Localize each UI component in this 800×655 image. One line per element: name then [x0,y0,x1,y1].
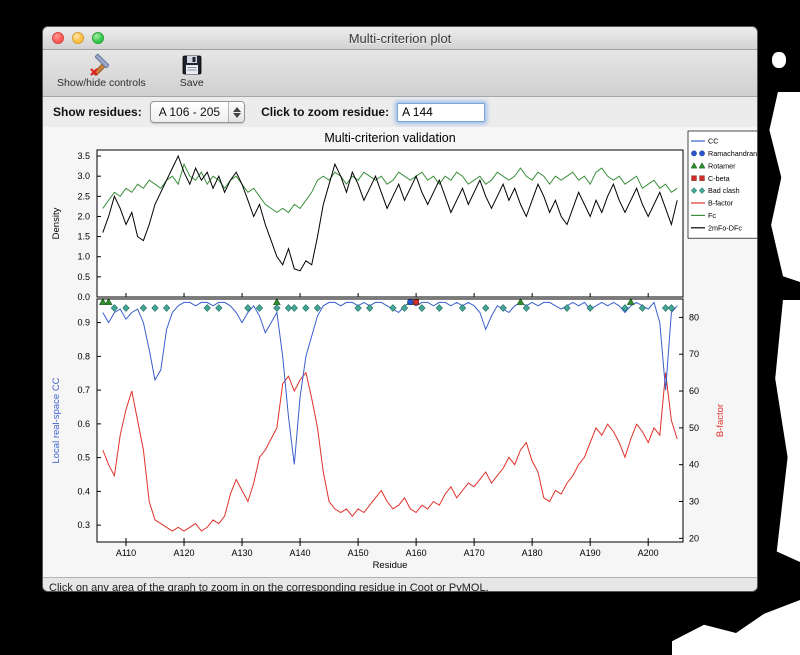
titlebar[interactable]: Multi-criterion plot [43,27,757,50]
svg-text:3.0: 3.0 [77,171,90,181]
svg-text:2.0: 2.0 [77,211,90,221]
screen-artifact [769,92,800,282]
svg-text:50: 50 [689,423,699,433]
plot-region: 0.0 0.5 1.0 1.5 2.0 2.5 3.0 3.5 0.3 0.4 0.5 0.6 0.7 0… [43,127,757,577]
svg-text:A160: A160 [406,548,427,558]
svg-text:0.6: 0.6 [77,419,90,429]
svg-text:C-beta: C-beta [708,174,730,183]
svg-text:30: 30 [689,497,699,507]
status-text: Click on any area of the graph to zoom i… [49,581,489,592]
svg-text:0.4: 0.4 [77,486,90,496]
svg-text:70: 70 [689,349,699,359]
minimize-button[interactable] [72,32,84,44]
svg-text:40: 40 [689,460,699,470]
svg-text:1.5: 1.5 [77,232,90,242]
svg-text:0.7: 0.7 [77,385,90,395]
save-button[interactable]: Save [176,52,208,90]
controls-bar: Show residues: A 106 - 205 Click to zoom… [43,97,757,127]
svg-text:60: 60 [689,386,699,396]
c-beta-marker [413,299,420,305]
svg-text:Density: Density [51,207,62,239]
svg-text:B-factor: B-factor [708,199,734,208]
top-axes [97,150,683,297]
window-controls [52,32,104,44]
svg-text:0.0: 0.0 [77,292,90,302]
svg-text:2.5: 2.5 [77,191,90,201]
svg-text:Ramachandran: Ramachandran [708,149,757,158]
screen-artifact [775,300,800,562]
show-hide-controls-button[interactable]: Show/hide controls [53,52,150,90]
svg-text:0.3: 0.3 [77,520,90,530]
svg-text:Rotamer: Rotamer [708,161,736,170]
multi-criterion-plot[interactable]: 0.0 0.5 1.0 1.5 2.0 2.5 3.0 3.5 0.3 0.4 0.5 0.6 0.7 0… [43,127,758,577]
close-button[interactable] [52,32,64,44]
zoom-residue-input[interactable] [397,102,486,122]
svg-text:1.0: 1.0 [77,252,90,262]
window-title: Multi-criterion plot [348,30,452,46]
stepper-icon [228,102,245,122]
toolbar: Show/hide controls Save [43,50,757,97]
svg-text:0.5: 0.5 [77,453,90,463]
svg-text:A170: A170 [464,548,485,558]
svg-text:Fc: Fc [708,211,716,220]
svg-text:80: 80 [689,312,699,322]
svg-text:0.9: 0.9 [77,318,90,328]
svg-text:A120: A120 [174,548,195,558]
svg-text:3.5: 3.5 [77,151,90,161]
show-residues-select[interactable]: A 106 - 205 [149,101,246,123]
svg-text:2mFo-DFc: 2mFo-DFc [708,223,742,232]
status-bar: Click on any area of the graph to zoom i… [43,577,757,592]
svg-text:Residue: Residue [373,560,408,571]
screen-artifact [672,600,800,655]
svg-text:A110: A110 [116,548,136,558]
svg-text:A180: A180 [522,548,543,558]
svg-text:Local real-space CC: Local real-space CC [51,377,62,463]
screen-artifact [772,52,786,68]
show-residues-label: Show residues: [53,105,142,119]
svg-text:A150: A150 [348,548,369,558]
svg-text:Bad clash: Bad clash [708,186,740,195]
svg-text:B-factor: B-factor [715,404,726,437]
svg-text:A130: A130 [232,548,253,558]
tools-icon [90,53,110,76]
desktop: { "window": { "title": "Multi-criterion … [0,0,800,655]
svg-text:Multi-criterion validation: Multi-criterion validation [324,131,455,145]
svg-text:0.5: 0.5 [77,272,90,282]
svg-text:A140: A140 [290,548,311,558]
svg-text:0.8: 0.8 [77,351,90,361]
ramachandran-marker [407,298,414,306]
zoom-residue-label: Click to zoom residue: [261,105,390,119]
svg-text:CC: CC [708,137,718,146]
svg-text:A190: A190 [580,548,601,558]
zoom-button[interactable] [92,32,104,44]
show-residues-value: A 106 - 205 [158,105,221,119]
svg-text:A200: A200 [638,548,659,558]
save-icon [182,55,202,75]
legend: CC Ramachandran Rotamer C-beta Bad clash B-fa… [687,130,757,239]
show-hide-controls-label: Show/hide controls [57,77,146,89]
svg-text:20: 20 [689,533,699,543]
save-label: Save [179,77,204,89]
multi-criterion-window: Multi-criterion plot Show/hide controls … [42,26,758,592]
